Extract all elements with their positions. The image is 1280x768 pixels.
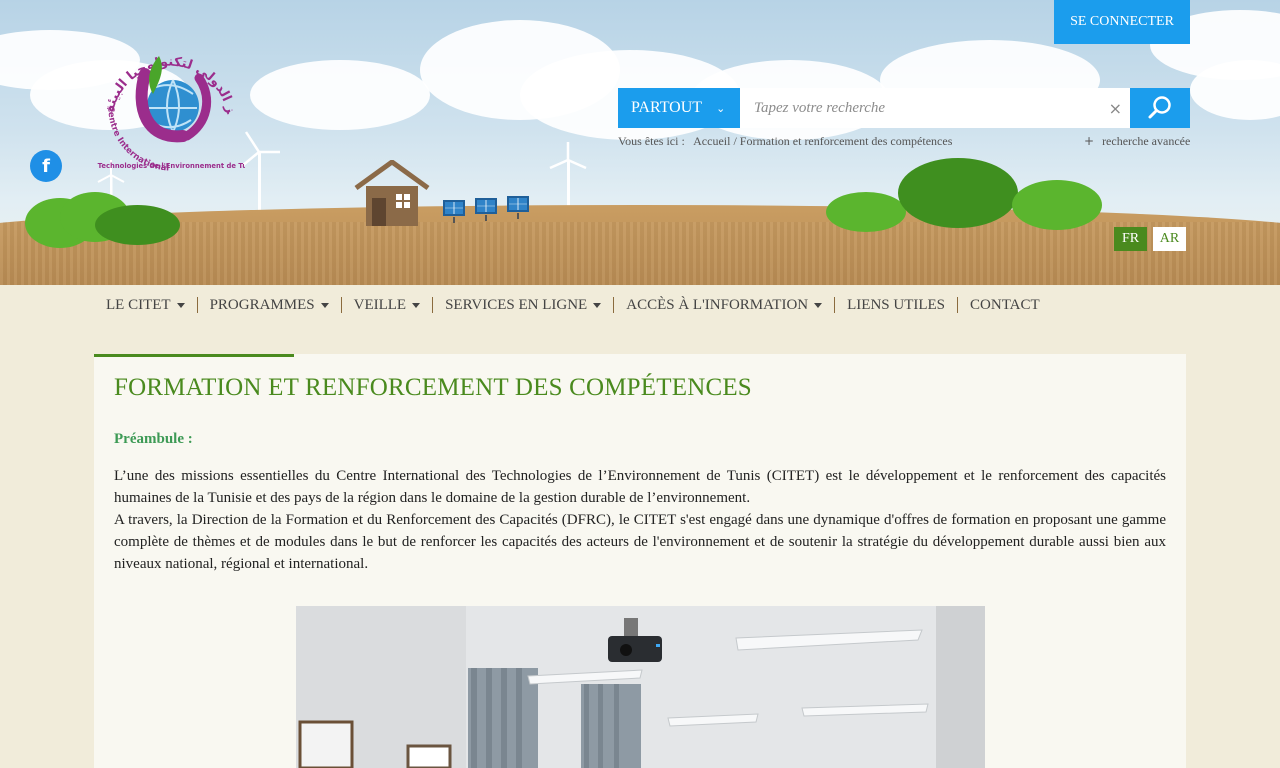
solar-panel-icon <box>507 196 529 219</box>
search-input[interactable] <box>740 88 1130 128</box>
caret-down-icon <box>320 302 329 308</box>
section-subtitle: Préambule : <box>114 431 193 447</box>
login-button[interactable]: SE CONNECTER <box>1054 0 1190 44</box>
bush <box>1012 180 1102 230</box>
intro-text: L’une des missions essentielles du Centr… <box>114 465 1166 575</box>
citet-logo[interactable]: المركز الدولي لتكنولوجيا البيئة Centre I… <box>82 17 259 174</box>
nav-item-programmes[interactable]: PROGRAMMES <box>198 297 342 313</box>
title-accent-bar <box>94 354 294 357</box>
search-scope-label: PARTOUT <box>631 99 703 116</box>
nav-item-label: VEILLE <box>353 297 407 313</box>
nav-item-le-citet[interactable]: LE CITET <box>100 297 198 313</box>
nav-item-acces-information[interactable]: ACCÈS À L'INFORMATION <box>614 297 836 313</box>
main-nav: LE CITET PROGRAMMES VEILLE SERVICES EN L… <box>100 294 1052 316</box>
logo-french-line2: des Technologies de l'Environnement de T… <box>95 162 245 170</box>
solar-panel-icon <box>443 200 465 223</box>
solar-panel-icon <box>475 198 497 221</box>
bush <box>826 192 906 232</box>
chevron-down-icon: ⌄ <box>716 101 726 115</box>
plus-icon: + <box>1084 134 1095 148</box>
house-icon <box>352 158 432 226</box>
search-scope-dropdown[interactable]: PARTOUT ⌄ <box>618 88 740 128</box>
bush <box>898 158 1018 228</box>
caret-down-icon <box>412 302 421 308</box>
facebook-icon[interactable]: f <box>30 150 62 182</box>
page-title: FORMATION ET RENFORCEMENT DES COMPÉTENCE… <box>114 374 752 401</box>
caret-down-icon <box>593 302 602 308</box>
search-input-wrapper: × <box>740 88 1130 128</box>
wheat-field-texture <box>0 222 1280 285</box>
breadcrumb: Vous êtes ici : Accueil / Formation et r… <box>618 134 952 149</box>
caret-down-icon <box>176 302 185 308</box>
search-bar: PARTOUT ⌄ × <box>618 88 1190 128</box>
paragraph: L’une des missions essentielles du Centr… <box>114 468 1166 506</box>
nav-item-liens-utiles[interactable]: LIENS UTILES <box>835 297 959 313</box>
lang-ar[interactable]: AR <box>1153 227 1186 251</box>
breadcrumb-prefix: Vous êtes ici : <box>618 134 685 148</box>
lang-fr[interactable]: FR <box>1114 227 1147 251</box>
content-panel: FORMATION ET RENFORCEMENT DES COMPÉTENCE… <box>94 354 1186 768</box>
language-switcher: FR AR <box>1114 227 1186 251</box>
search-button[interactable] <box>1130 88 1190 128</box>
nav-item-label: ACCÈS À L'INFORMATION <box>626 297 809 313</box>
nav-item-label: PROGRAMMES <box>209 297 315 313</box>
nav-item-label: LE CITET <box>106 297 171 313</box>
nav-item-label: LIENS UTILES <box>847 297 946 313</box>
nav-item-veille[interactable]: VEILLE <box>342 297 434 313</box>
clear-icon[interactable]: × <box>1109 99 1122 118</box>
bush <box>95 205 180 245</box>
caret-down-icon <box>814 302 823 308</box>
cloud <box>250 60 430 130</box>
paragraph: A travers, la Direction de la Formation … <box>114 512 1166 572</box>
nav-item-contact[interactable]: CONTACT <box>958 297 1052 313</box>
advanced-search-label: recherche avancée <box>1102 134 1191 148</box>
training-room-photo <box>296 606 985 768</box>
breadcrumb-current: Formation et renforcement des compétence… <box>739 134 953 148</box>
nav-item-label: CONTACT <box>970 297 1040 313</box>
nav-item-services-en-ligne[interactable]: SERVICES EN LIGNE <box>433 297 615 313</box>
nav-item-label: SERVICES EN LIGNE <box>445 297 588 313</box>
search-icon <box>1148 96 1171 119</box>
advanced-search-link[interactable]: + recherche avancée <box>1084 134 1190 149</box>
breadcrumb-separator: / <box>733 134 737 148</box>
breadcrumb-home-link[interactable]: Accueil <box>693 134 730 148</box>
